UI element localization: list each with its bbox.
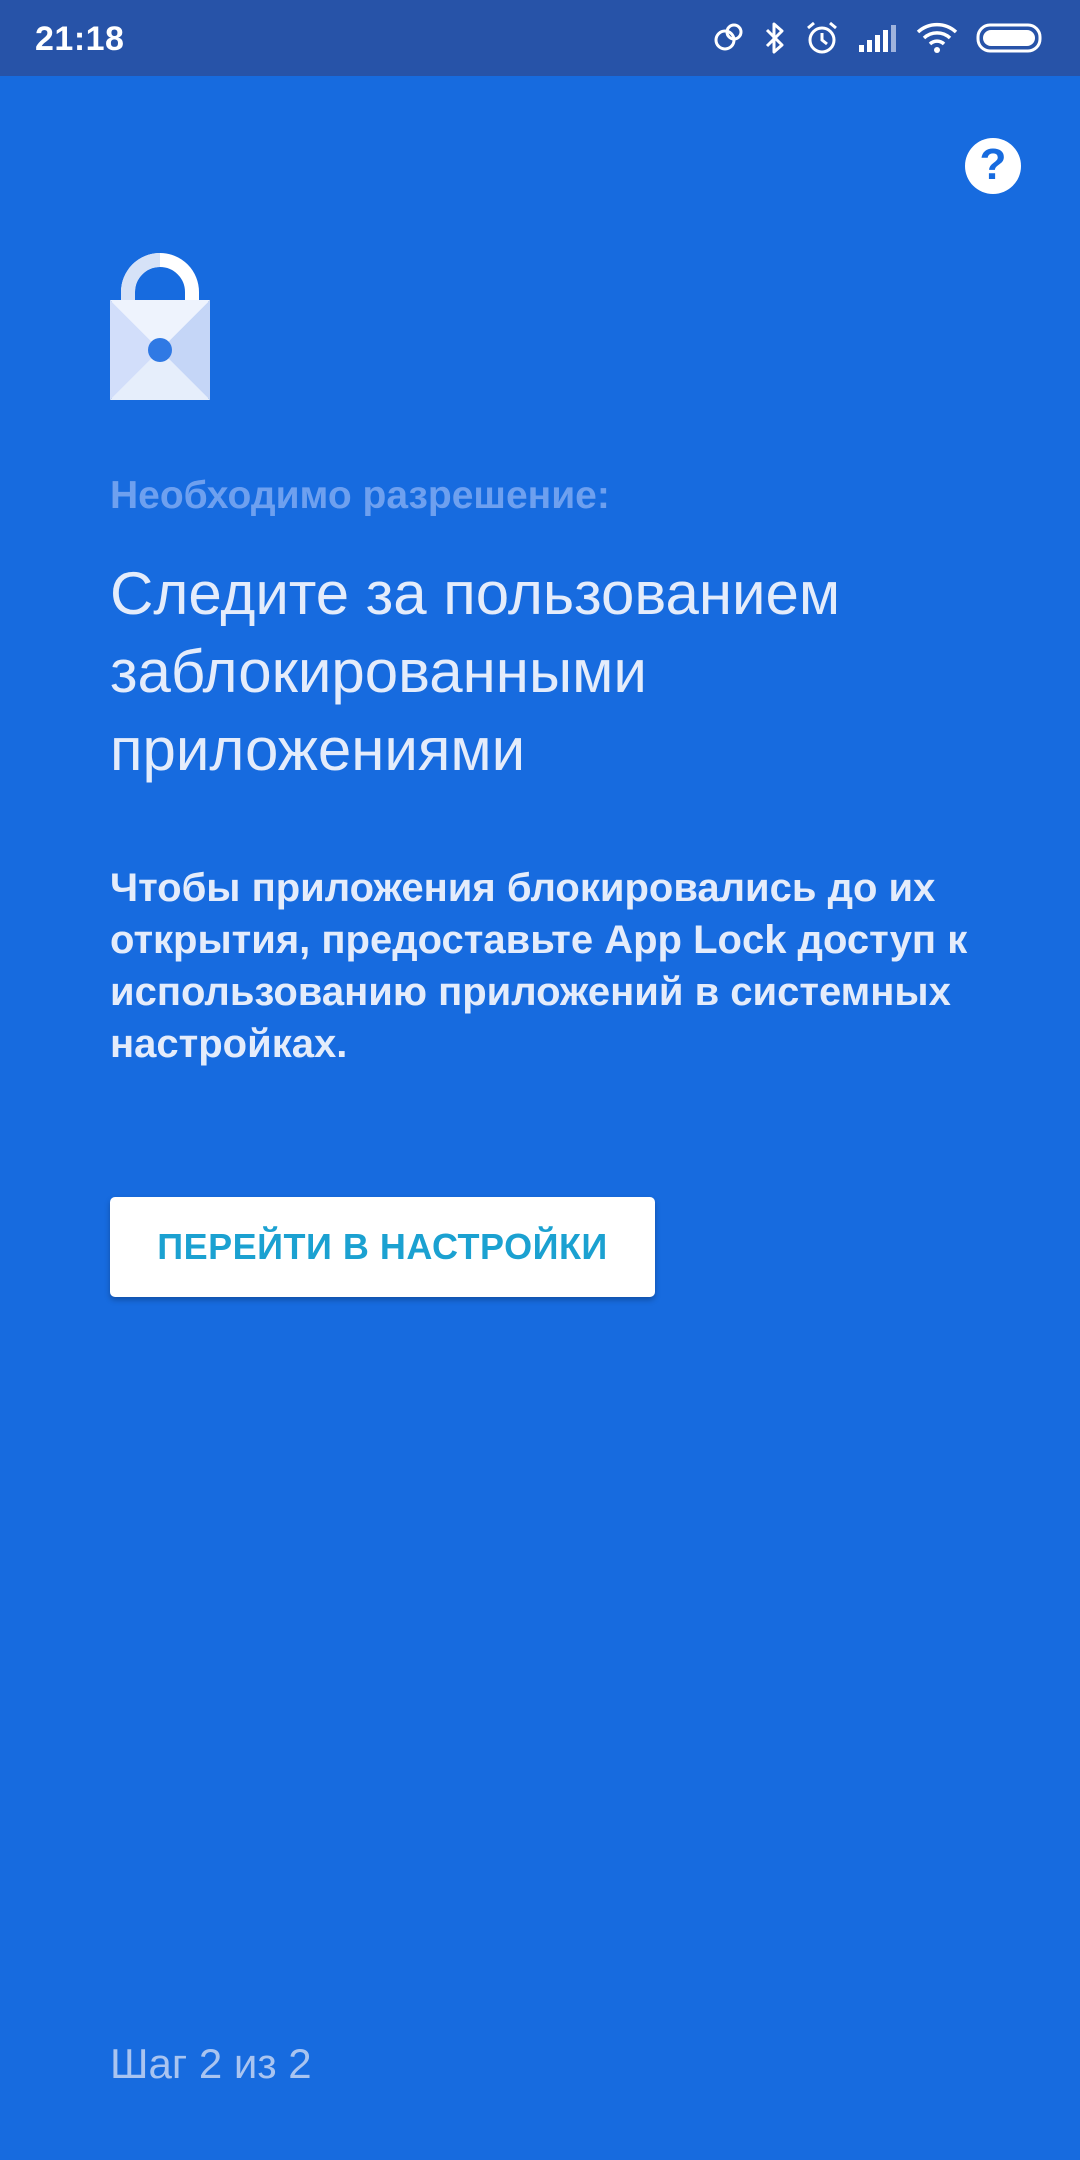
sync-icon <box>712 21 746 55</box>
status-bar: 21:18 <box>0 0 1080 76</box>
bluetooth-icon <box>764 21 786 55</box>
status-icons <box>712 18 1046 58</box>
step-indicator: Шаг 2 из 2 <box>110 2040 312 2087</box>
help-button[interactable]: ? <box>965 138 1021 194</box>
signal-icon <box>858 23 898 53</box>
permission-label: Необходимо разрешение: <box>110 474 610 517</box>
battery-icon <box>976 22 1046 54</box>
wifi-icon <box>916 22 958 54</box>
alarm-icon <box>804 20 840 56</box>
help-icon: ? <box>979 140 1007 189</box>
lock-icon <box>110 250 210 402</box>
status-time: 21:18 <box>35 20 125 58</box>
go-to-settings-button[interactable]: ПЕРЕЙТИ В НАСТРОЙКИ <box>110 1197 655 1297</box>
permission-description: Чтобы приложения блокировались до их отк… <box>110 866 968 1066</box>
page-title: Следите за пользованием заблокированными… <box>110 560 841 783</box>
